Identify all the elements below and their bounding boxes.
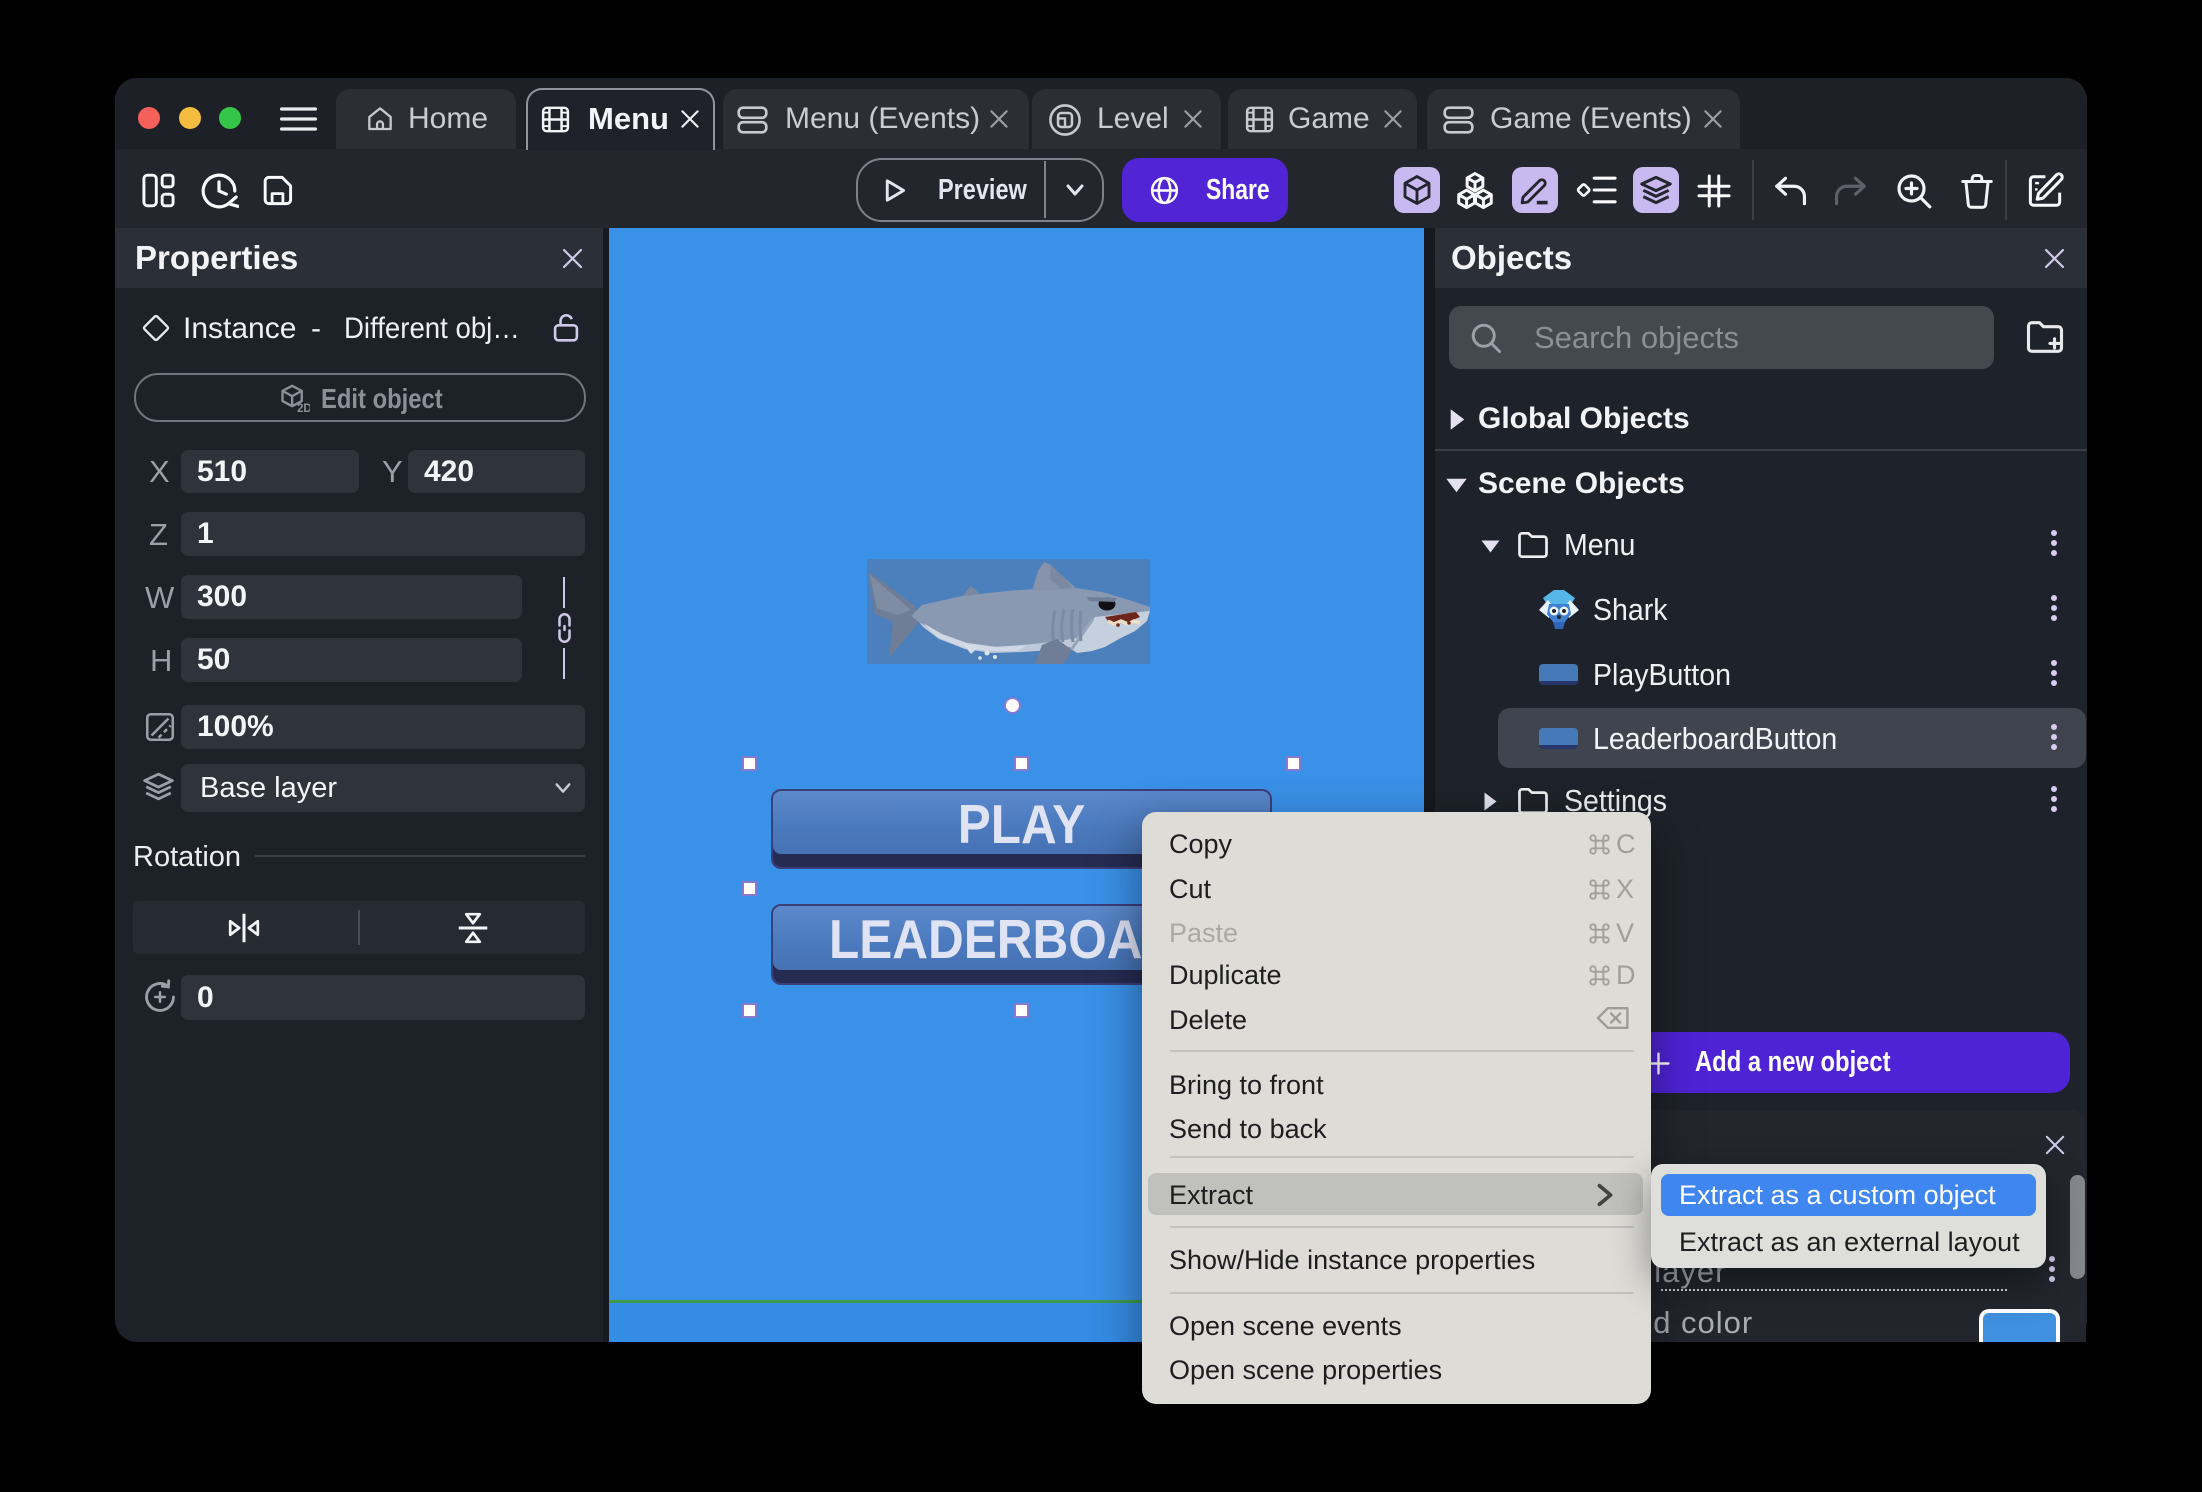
svg-text:2D: 2D xyxy=(297,402,310,414)
